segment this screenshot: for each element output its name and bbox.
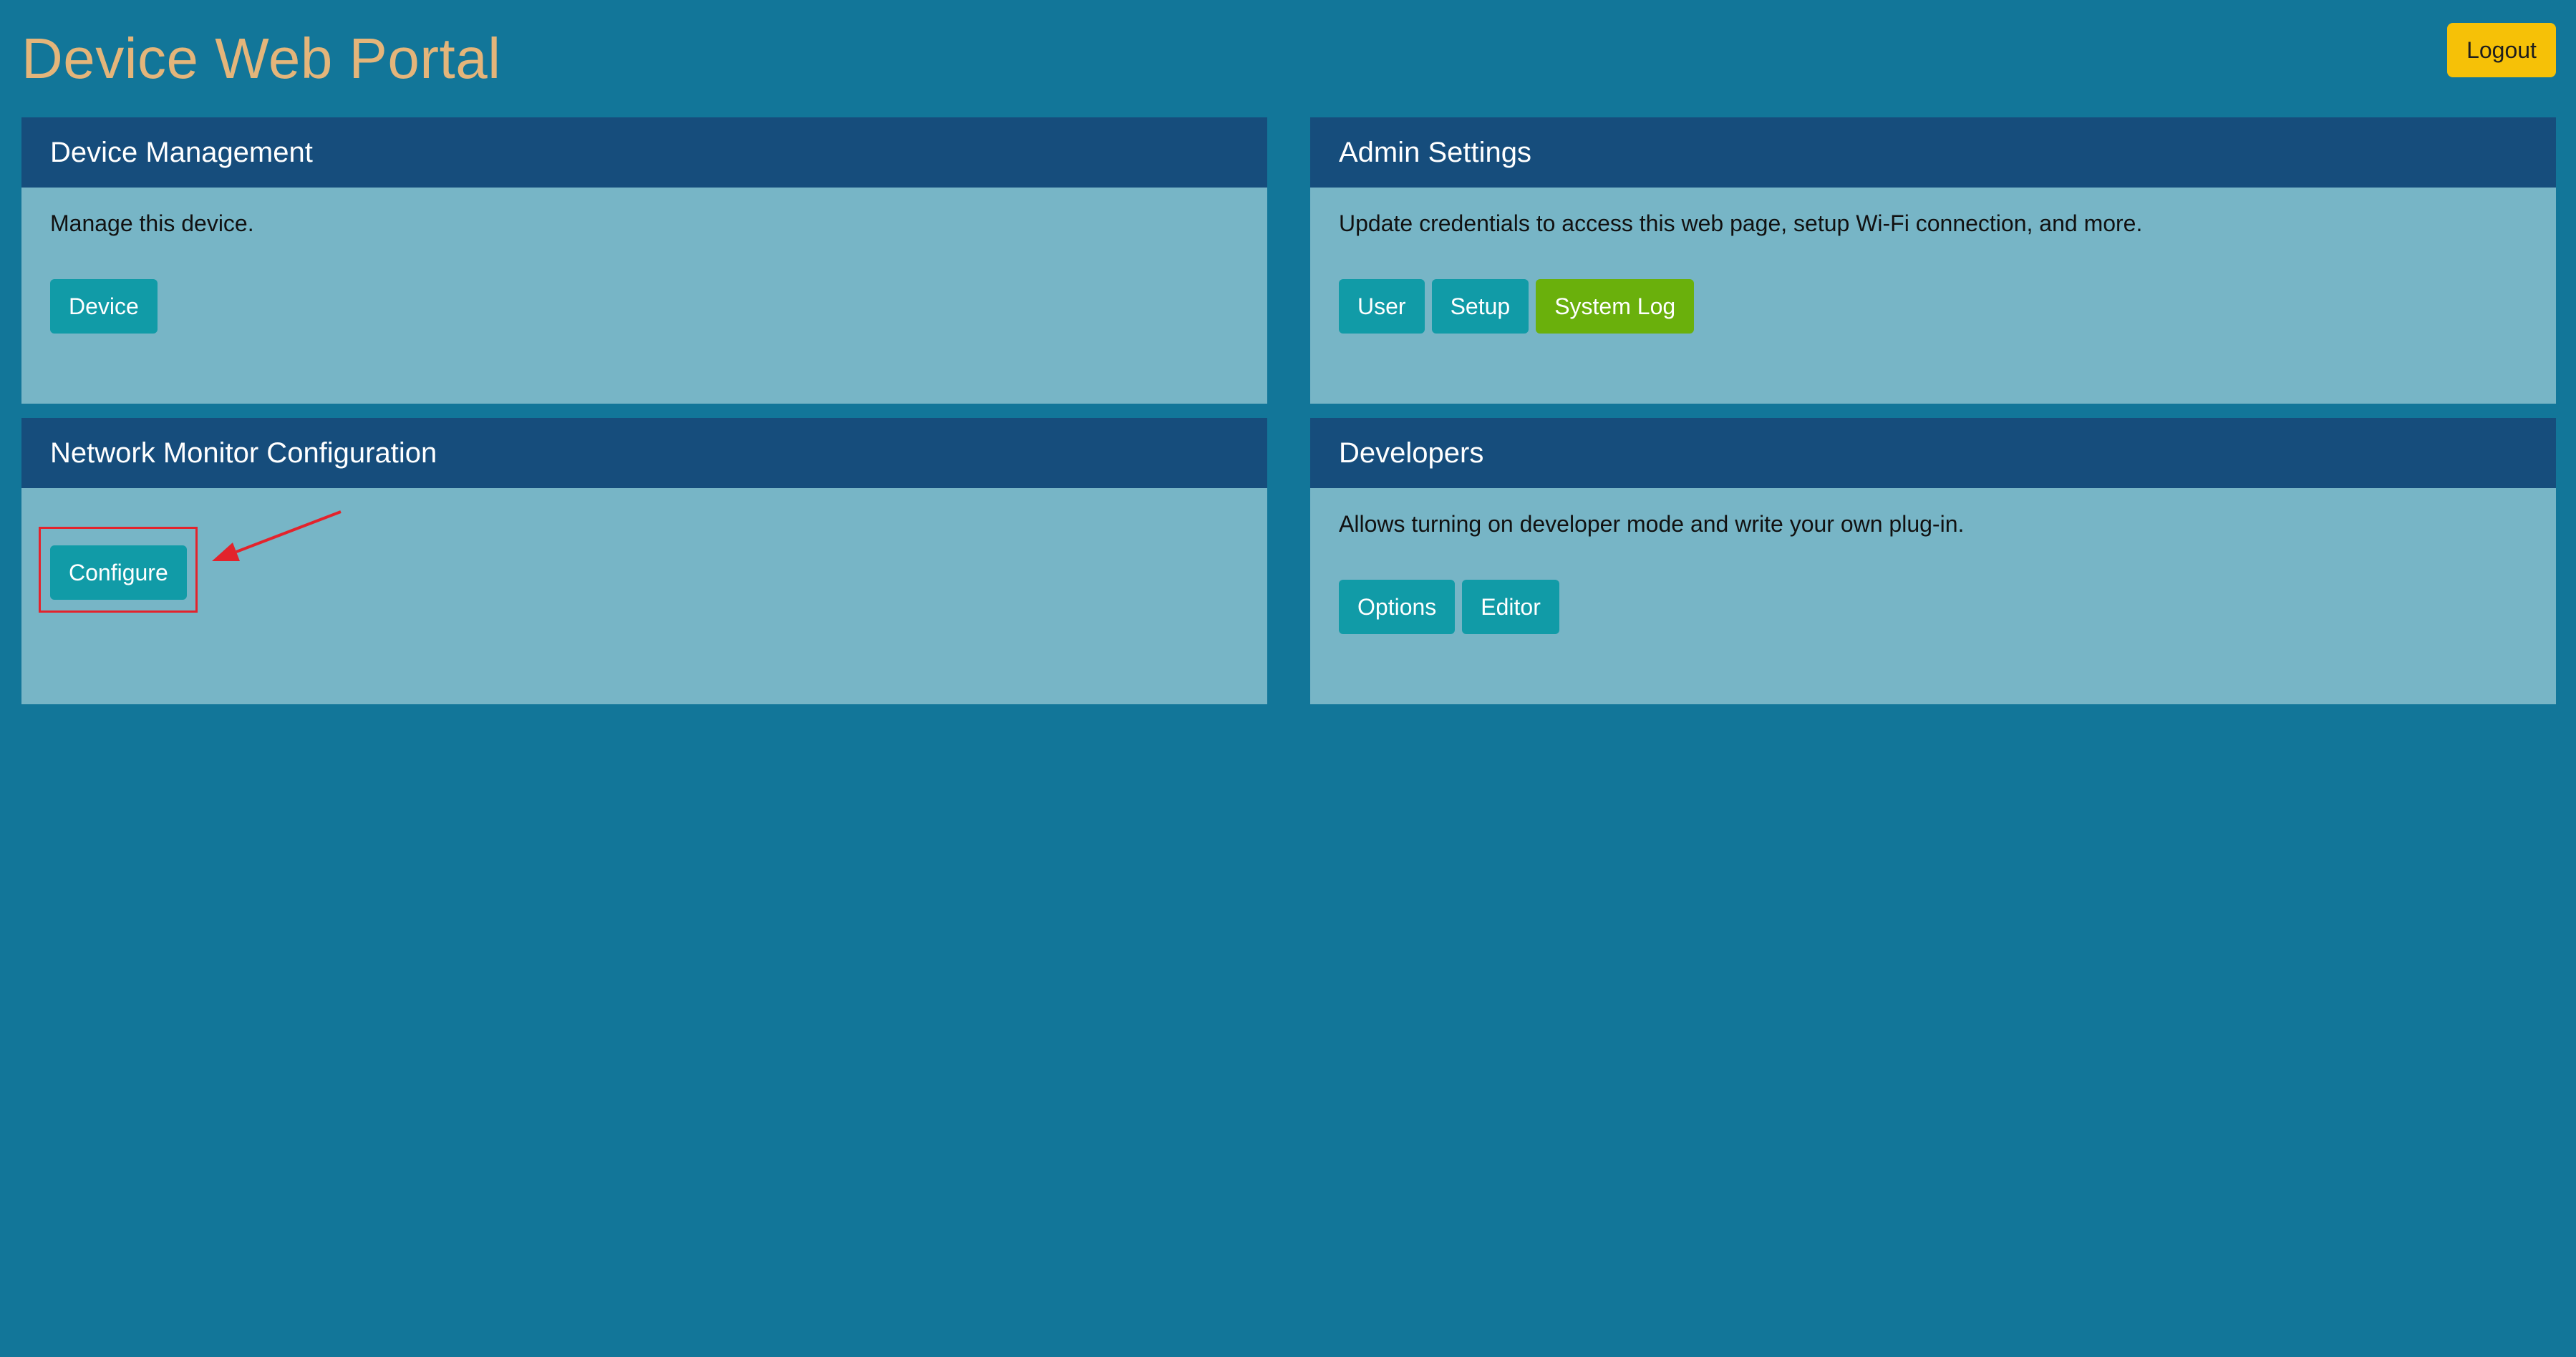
system-log-button[interactable]: System Log: [1536, 279, 1695, 334]
developers-panel: Developers Allows turning on developer m…: [1310, 418, 2556, 704]
network-monitor-actions: Configure: [50, 545, 187, 600]
page-title: Device Web Portal: [21, 26, 501, 90]
options-button[interactable]: Options: [1339, 580, 1456, 634]
setup-button[interactable]: Setup: [1431, 279, 1529, 334]
user-button[interactable]: User: [1339, 279, 1425, 334]
admin-settings-title: Admin Settings: [1310, 117, 2556, 188]
admin-settings-panel: Admin Settings Update credentials to acc…: [1310, 117, 2556, 404]
network-monitor-title: Network Monitor Configuration: [21, 418, 1267, 488]
editor-button[interactable]: Editor: [1462, 580, 1559, 634]
device-management-title: Device Management: [21, 117, 1267, 188]
developers-description: Allows turning on developer mode and wri…: [1339, 511, 1965, 537]
network-monitor-panel: Network Monitor Configuration Configure: [21, 418, 1267, 704]
configure-button[interactable]: Configure: [50, 545, 187, 600]
admin-settings-description: Update credentials to access this web pa…: [1339, 210, 2143, 236]
developers-title: Developers: [1310, 418, 2556, 488]
device-management-panel: Device Management Manage this device. De…: [21, 117, 1267, 404]
device-button[interactable]: Device: [50, 279, 158, 334]
admin-settings-actions: User Setup System Log: [1339, 279, 1695, 334]
device-management-actions: Device: [50, 279, 158, 334]
logout-button[interactable]: Logout: [2447, 23, 2556, 77]
developers-actions: Options Editor: [1339, 580, 1559, 634]
device-management-description: Manage this device.: [50, 210, 254, 236]
